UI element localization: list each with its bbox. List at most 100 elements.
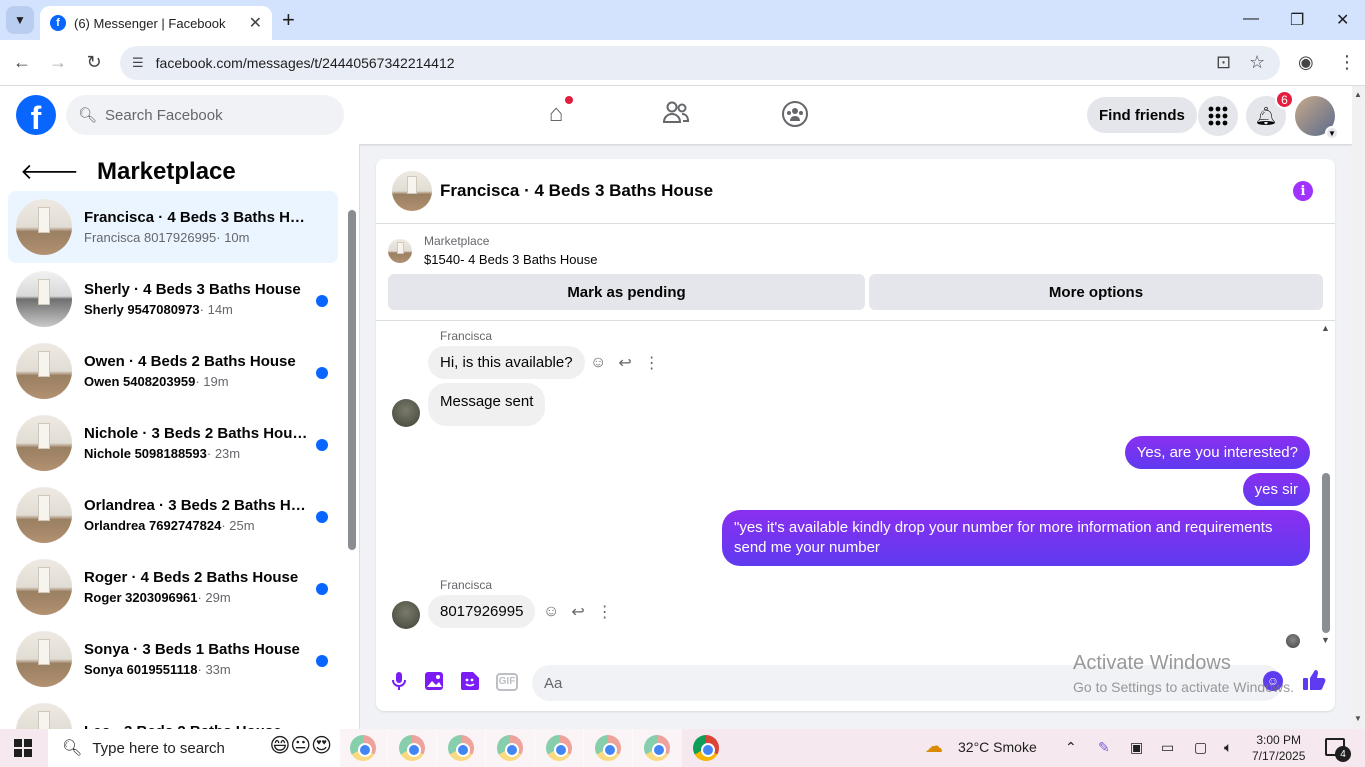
message-input[interactable] [532, 665, 1282, 701]
conversation-item[interactable]: Leo · 3 Beds 2 Baths House [8, 695, 338, 729]
incoming-message[interactable]: Hi, is this available? [428, 346, 585, 379]
conversation-title: Roger · 4 Beds 2 Baths House [84, 569, 299, 586]
menu-dots-icon[interactable]: ⋮ [1338, 52, 1356, 73]
back-arrow-icon[interactable]: ← [12, 52, 32, 73]
search-icon: 🔍︎ [62, 740, 83, 757]
sticker-icon[interactable] [459, 671, 481, 693]
thumbs-up-icon[interactable] [1302, 669, 1326, 697]
react-emoji-icon[interactable]: ☺ [543, 603, 559, 621]
notification-center-icon[interactable]: 4 [1325, 738, 1351, 762]
minimize-icon[interactable]: — [1243, 10, 1259, 28]
conversation-item[interactable]: Francisca · 4 Beds 3 Baths House Francisc… [8, 191, 338, 263]
chrome-app-icon[interactable] [387, 729, 437, 767]
more-dots-icon[interactable]: ⋮ [644, 353, 660, 373]
incoming-message[interactable]: 8017926995 [428, 595, 536, 628]
sidebar-scroll-thumb[interactable] [348, 210, 356, 550]
sidebar-scrollbar[interactable] [347, 206, 357, 726]
chat-listing-thumbnail[interactable] [392, 171, 432, 211]
windows-start-icon[interactable] [14, 739, 32, 757]
react-emoji-icon[interactable]: ☺ [590, 354, 606, 372]
reply-icon[interactable]: ↩ [571, 602, 584, 622]
reply-icon[interactable]: ↩ [618, 353, 631, 373]
more-dots-icon[interactable]: ⋮ [597, 602, 613, 622]
facebook-search-input[interactable]: 🔍︎ Search Facebook [66, 95, 344, 135]
chrome-app-icon[interactable] [693, 735, 719, 761]
friends-icon[interactable] [661, 100, 691, 130]
microphone-icon[interactable] [388, 671, 410, 693]
outgoing-message[interactable]: "yes it's available kindly drop your num… [722, 510, 1310, 566]
chat-scrollbar[interactable]: ▲ ▼ [1320, 323, 1332, 647]
more-options-button[interactable]: More options [869, 274, 1323, 310]
scroll-up-icon[interactable]: ▲ [1354, 90, 1362, 99]
network-icon[interactable]: ▢ [1194, 739, 1207, 756]
sender-avatar[interactable] [392, 399, 420, 427]
meet-icon[interactable]: ▣ [1130, 739, 1143, 756]
home-icon[interactable]: ⌂ [541, 96, 573, 130]
sender-avatar[interactable] [392, 601, 420, 629]
chrome-app-icon[interactable] [485, 729, 535, 767]
menu-grid-button[interactable] [1198, 96, 1238, 136]
page-scrollbar[interactable]: ▲ ▼ [1352, 86, 1365, 729]
conversation-item[interactable]: Owen · 4 Beds 2 Baths House Owen 54082039… [8, 335, 338, 407]
close-tab-icon[interactable]: ✕ [249, 13, 262, 33]
incoming-message[interactable]: Message sent [428, 383, 546, 426]
chevron-down-icon: ▼ [14, 13, 26, 27]
install-app-icon[interactable]: ⊡ [1216, 52, 1231, 73]
scroll-down-icon[interactable]: ▼ [1354, 714, 1362, 723]
browser-tab[interactable]: f (6) Messenger | Facebook ✕ [40, 6, 272, 40]
weather-text[interactable]: 32°C Smoke [958, 739, 1037, 755]
info-icon[interactable]: i [1293, 181, 1313, 201]
volume-icon[interactable]: 🔈︎ [1224, 739, 1232, 756]
taskbar-clock[interactable]: 3:00 PM 7/17/2025 [1252, 732, 1305, 764]
pen-icon[interactable]: ✎ [1098, 739, 1110, 756]
weather-icon: ☁ [925, 736, 943, 756]
bookmark-star-icon[interactable]: ☆ [1249, 52, 1265, 73]
emoji-icon[interactable]: ☺ [1263, 671, 1283, 691]
tab-search-button[interactable]: ▼ [6, 6, 34, 34]
site-settings-icon[interactable]: ☰ [132, 55, 144, 71]
back-arrow-icon[interactable]: 🡐 [20, 159, 79, 185]
chrome-app-icon[interactable] [338, 729, 388, 767]
chat-title[interactable]: Francisca · 4 Beds 3 Baths House [440, 181, 713, 201]
conversation-contact: Nichole 5098188593 [84, 446, 207, 461]
gif-icon[interactable]: GIF [496, 673, 518, 691]
listing-info[interactable]: Marketplace $1540- 4 Beds 3 Baths House [388, 234, 597, 267]
conversation-text: Sonya · 3 Beds 1 Baths House Sonya 601955… [84, 641, 338, 677]
outgoing-message[interactable]: yes sir [1242, 473, 1310, 506]
forward-arrow-icon[interactable]: → [48, 52, 68, 73]
conversation-item[interactable]: Sonya · 3 Beds 1 Baths House Sonya 601955… [8, 623, 338, 695]
sticker-svg [461, 672, 479, 690]
chrome-app-icon[interactable] [583, 729, 633, 767]
profile-icon[interactable]: ◉ [1298, 52, 1314, 73]
conversation-subtitle: Owen 5408203959· 19m [84, 374, 338, 389]
notifications-button[interactable]: 🔔︎ 6 [1246, 90, 1294, 136]
new-tab-icon[interactable]: + [282, 8, 295, 32]
facebook-logo[interactable]: f [16, 95, 56, 135]
chrome-app-icon[interactable] [436, 729, 486, 767]
listing-thumbnail [16, 343, 72, 399]
scroll-up-icon[interactable]: ▲ [1321, 323, 1330, 333]
outgoing-message[interactable]: Yes, are you interested? [1124, 436, 1310, 469]
url-field[interactable]: ☰ facebook.com/messages/t/24440567342214… [120, 46, 1280, 80]
chat-scroll-thumb[interactable] [1322, 473, 1330, 633]
conversation-item[interactable]: Roger · 4 Beds 2 Baths House Roger 320309… [8, 551, 338, 623]
conversation-item[interactable]: Sherly · 4 Beds 3 Baths House Sherly 9547… [8, 263, 338, 335]
taskbar-search[interactable]: 🔍︎ Type here to search 😄😐😍 [48, 729, 340, 767]
marketplace-label: Marketplace [424, 234, 490, 248]
chrome-app-icon[interactable] [534, 729, 584, 767]
conversation-subtitle: Francisca 8017926995· 10m [84, 230, 338, 245]
conversation-item[interactable]: Nichole · 3 Beds 2 Baths House Nichole 50… [8, 407, 338, 479]
find-friends-button[interactable]: Find friends [1087, 97, 1197, 133]
chrome-app-icon[interactable] [632, 729, 682, 767]
photo-icon[interactable] [423, 671, 445, 693]
tray-chevron-up-icon[interactable]: ⌃ [1065, 739, 1077, 756]
scroll-down-icon[interactable]: ▼ [1321, 635, 1330, 645]
conversation-item[interactable]: Orlandrea · 3 Beds 2 Baths Ho... Orlandre… [8, 479, 338, 551]
account-avatar[interactable]: ▼ [1295, 96, 1339, 140]
reload-icon[interactable]: ↻ [84, 52, 104, 73]
close-window-icon[interactable]: ✕ [1336, 10, 1349, 30]
battery-icon[interactable]: ▭ [1161, 739, 1174, 756]
mark-as-pending-button[interactable]: Mark as pending [388, 274, 865, 310]
restore-icon[interactable]: ❐ [1290, 10, 1304, 30]
groups-icon[interactable] [780, 100, 810, 130]
